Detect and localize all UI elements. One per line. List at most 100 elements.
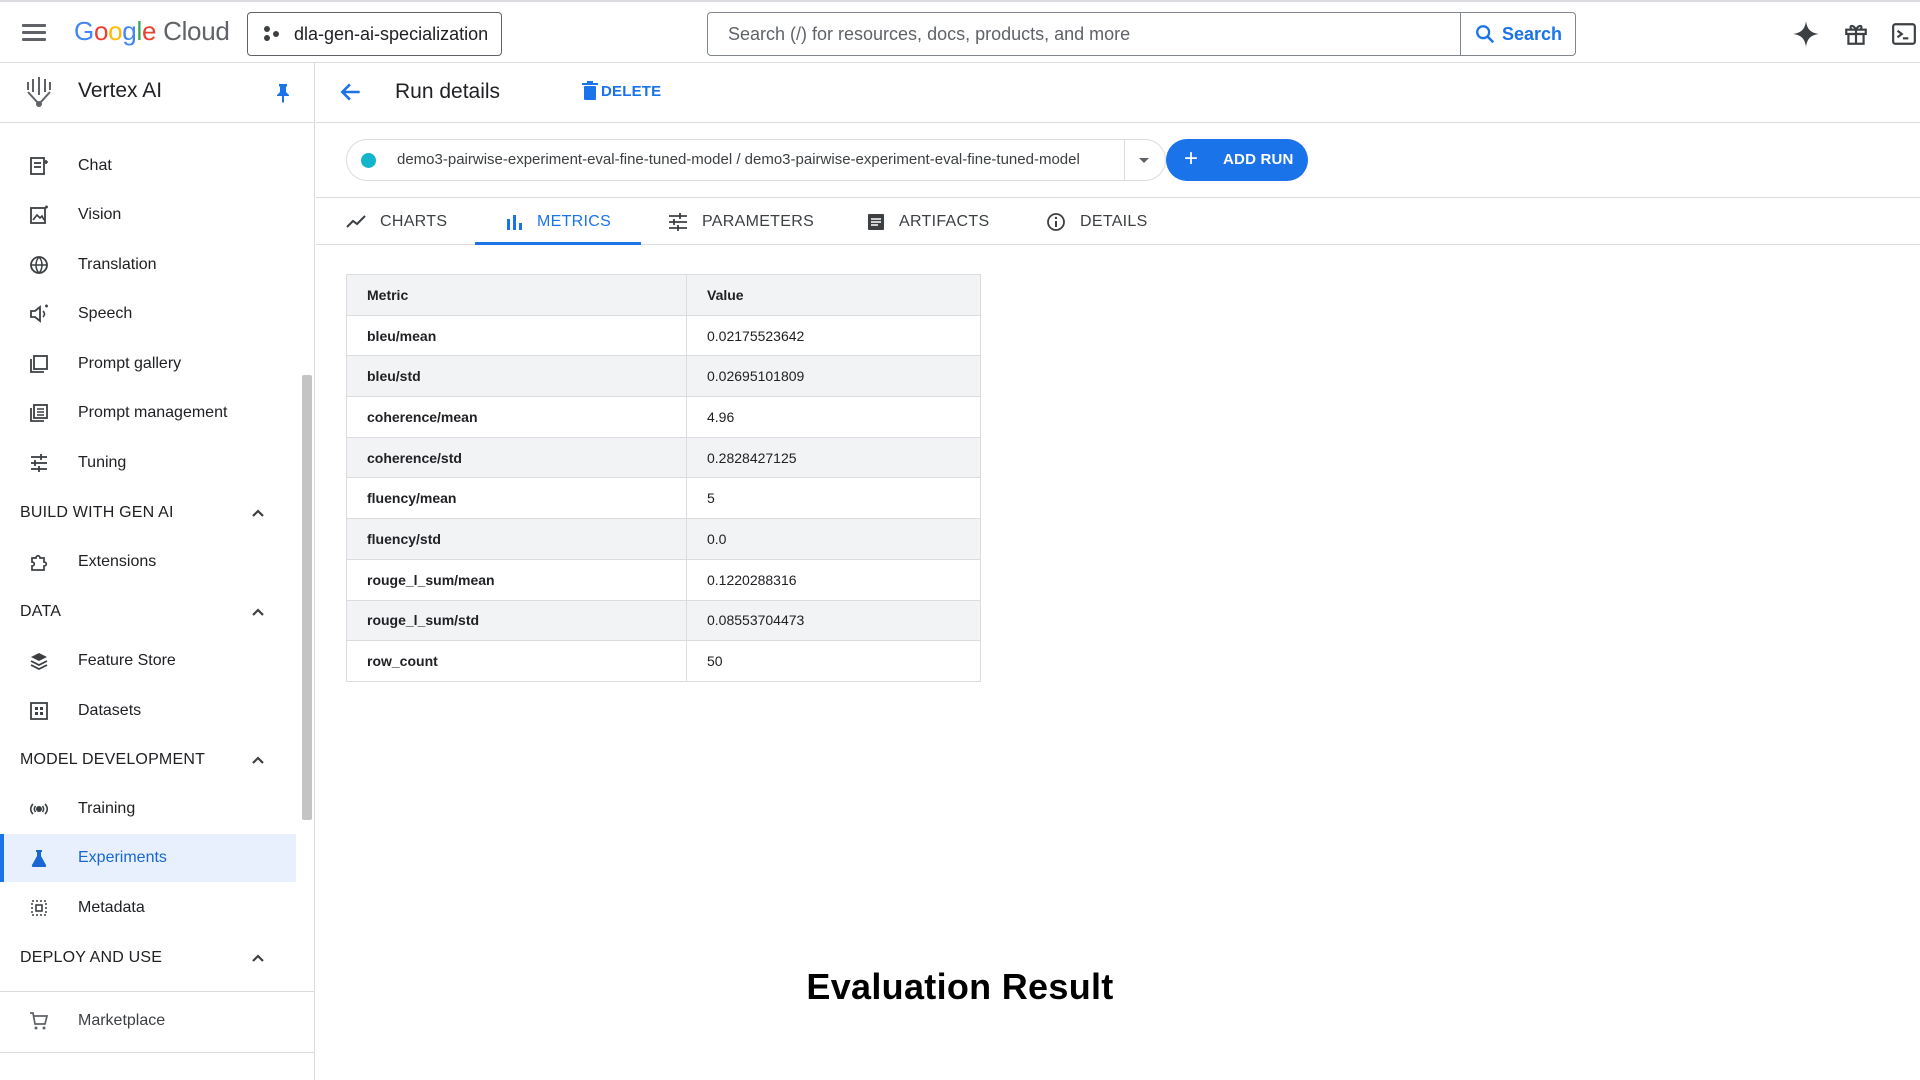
- section-data[interactable]: DATA: [0, 592, 296, 632]
- cloud-shell-icon[interactable]: [1888, 18, 1920, 50]
- sidebar: Vertex AI Chat Vision Translation Speech…: [0, 63, 315, 1080]
- add-run-button[interactable]: + ADD RUN: [1166, 139, 1308, 181]
- sidebar-item-label: Prompt gallery: [78, 355, 182, 372]
- search-input[interactable]: Search (/) for resources, docs, products…: [707, 12, 1461, 56]
- metric-name: bleu/mean: [367, 327, 437, 344]
- search-button-label: Search: [1501, 23, 1563, 44]
- tab-parameters[interactable]: PARAMETERS: [668, 199, 814, 244]
- dropdown-arrow-icon[interactable]: [1138, 155, 1150, 167]
- sidebar-item-label: Extensions: [78, 553, 157, 570]
- run-name: demo3-pairwise-experiment-eval-fine-tune…: [397, 151, 1080, 168]
- metric-name: rouge_l_sum/mean: [367, 571, 495, 588]
- metrics-table: Metric Value bleu/mean 0.02175523642 bleu…: [346, 274, 981, 682]
- main-content: Run details DELETE demo3-pairwise-experi…: [316, 63, 1920, 1080]
- chevron-up-icon: [252, 756, 264, 764]
- sidebar-item-label: Training: [78, 800, 136, 817]
- chat-icon: [28, 155, 50, 177]
- sidebar-item-vision[interactable]: Vision: [0, 191, 296, 239]
- tab-label: DETAILS: [1080, 212, 1148, 230]
- sidebar-item-label: Vision: [78, 206, 122, 223]
- run-selector[interactable]: demo3-pairwise-experiment-eval-fine-tune…: [346, 139, 1166, 181]
- sidebar-item-label: Marketplace: [78, 1012, 166, 1029]
- sidebar-item-training[interactable]: Training: [0, 785, 296, 833]
- table-row: fluency/std 0.0: [346, 518, 981, 560]
- chevron-up-icon: [252, 509, 264, 517]
- chevron-up-icon: [252, 608, 264, 616]
- metric-name: row_count: [367, 653, 438, 670]
- top-bar: Google Cloud dla-gen-ai-specialization Se…: [0, 0, 1920, 63]
- layers-icon: [28, 650, 50, 672]
- google-cloud-logo[interactable]: Google Cloud: [74, 16, 230, 47]
- metric-name: fluency/mean: [367, 490, 457, 507]
- tab-label: PARAMETERS: [702, 212, 815, 230]
- tab-details[interactable]: DETAILS: [1046, 199, 1148, 244]
- vertex-ai-icon: [27, 77, 51, 107]
- gift-icon[interactable]: [1840, 18, 1872, 50]
- divider: [1124, 140, 1125, 180]
- caption-overlay: Evaluation Result: [806, 966, 1114, 1007]
- globe-icon: [28, 254, 50, 276]
- metric-name: coherence/std: [367, 449, 462, 466]
- sidebar-item-datasets[interactable]: Datasets: [0, 687, 296, 735]
- info-icon: [1046, 212, 1066, 232]
- sidebar-item-translation[interactable]: Translation: [0, 241, 296, 289]
- chart-line-icon: [346, 214, 366, 230]
- list-icon: [28, 402, 50, 424]
- sidebar-item-metadata[interactable]: Metadata: [0, 884, 296, 932]
- table-row: row_count 50: [347, 640, 981, 682]
- sidebar-item-label: Feature Store: [78, 652, 176, 669]
- run-color-dot: [361, 153, 376, 168]
- chevron-up-icon: [252, 954, 264, 962]
- table-header-row: Metric Value: [346, 274, 981, 316]
- tab-charts[interactable]: CHARTS: [346, 199, 447, 244]
- delete-button[interactable]: DELETE: [581, 81, 661, 101]
- metric-value: 0.02175523642: [686, 315, 981, 356]
- sidebar-item-label: Chat: [78, 157, 112, 174]
- sidebar-item-speech[interactable]: Speech: [0, 290, 296, 338]
- table-row: rouge_l_sum/std 0.08553704473: [346, 600, 981, 641]
- tab-metrics[interactable]: METRICS: [474, 199, 642, 245]
- main-menu-icon[interactable]: [18, 20, 50, 46]
- sidebar-item-chat[interactable]: Chat: [0, 142, 296, 190]
- project-icon: [264, 26, 280, 42]
- bar-chart-icon: [505, 213, 523, 231]
- sidebar-divider: [0, 1052, 314, 1053]
- grid-icon: [28, 700, 50, 722]
- table-row: fluency/mean 5: [346, 477, 981, 519]
- metric-value: 50: [686, 640, 981, 682]
- tab-label: ARTIFACTS: [899, 212, 990, 230]
- tab-artifacts[interactable]: ARTIFACTS: [867, 199, 989, 244]
- metric-value: 0.2828427125: [686, 437, 981, 478]
- table-row: bleu/mean 0.02175523642: [346, 315, 981, 356]
- training-icon: [28, 798, 50, 820]
- metric-name: bleu/std: [367, 368, 421, 385]
- image-icon: [28, 204, 50, 226]
- pin-icon[interactable]: [274, 83, 292, 103]
- back-arrow-icon[interactable]: [338, 79, 364, 105]
- metric-value: 0.1220288316: [686, 559, 981, 600]
- sidebar-item-label: Experiments: [78, 849, 167, 866]
- sidebar-item-extensions[interactable]: Extensions: [0, 538, 296, 586]
- column-header-value: Value: [686, 274, 981, 316]
- metric-value: 0.02695101809: [686, 355, 981, 397]
- metric-name: rouge_l_sum/std: [367, 612, 480, 629]
- add-run-label: ADD RUN: [1223, 151, 1294, 168]
- speaker-icon: [28, 303, 50, 325]
- sidebar-item-feature-store[interactable]: Feature Store: [0, 637, 296, 685]
- sidebar-item-prompt-gallery[interactable]: Prompt gallery: [0, 340, 296, 388]
- project-picker[interactable]: dla-gen-ai-specialization: [247, 12, 502, 56]
- section-model-development[interactable]: MODEL DEVELOPMENT: [0, 740, 296, 780]
- project-name: dla-gen-ai-specialization: [294, 23, 489, 44]
- flask-icon: [28, 847, 50, 869]
- table-row: coherence/mean 4.96: [346, 396, 981, 438]
- sidebar-item-prompt-management[interactable]: Prompt management: [0, 389, 296, 437]
- gemini-sparkle-icon[interactable]: [1790, 18, 1822, 50]
- sidebar-item-label: Tuning: [78, 454, 127, 471]
- sidebar-item-tuning[interactable]: Tuning: [0, 439, 296, 487]
- search-button[interactable]: Search: [1460, 12, 1576, 56]
- run-selector-row: demo3-pairwise-experiment-eval-fine-tune…: [316, 124, 1920, 198]
- sidebar-item-experiments[interactable]: Experiments: [0, 834, 296, 882]
- sidebar-scrollbar[interactable]: [302, 375, 312, 820]
- tab-label: CHARTS: [380, 212, 448, 230]
- section-build-with-gen-ai[interactable]: BUILD WITH GEN AI: [0, 493, 296, 533]
